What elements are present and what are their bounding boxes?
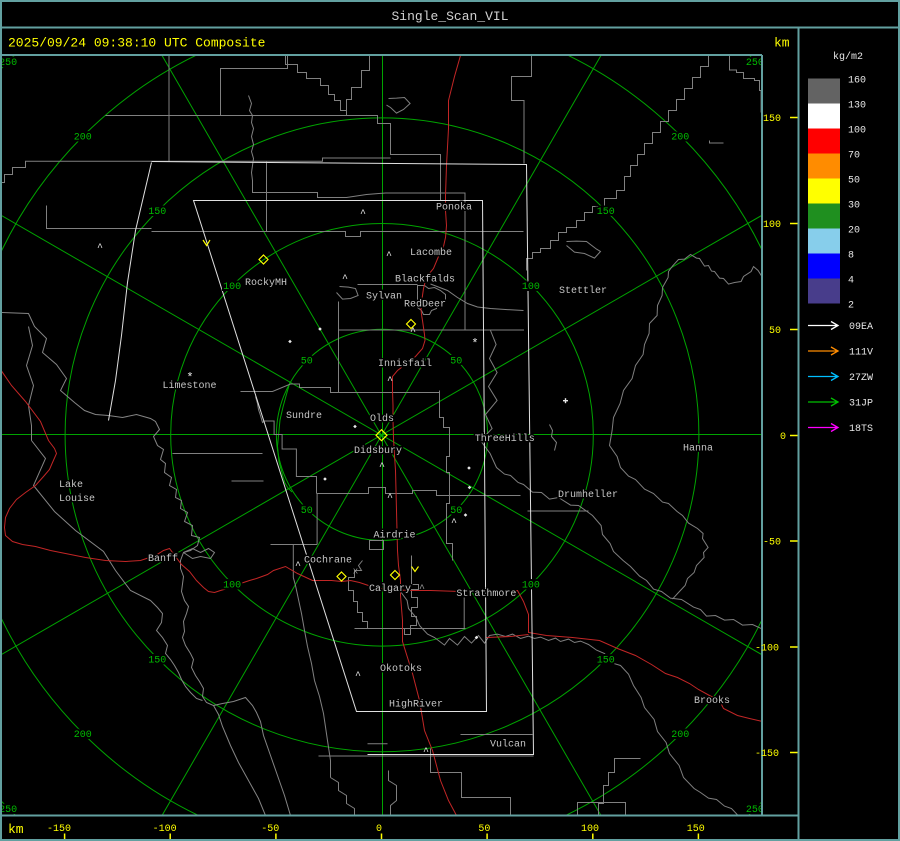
svg-text:200: 200 [74, 730, 92, 741]
svg-text:^: ^ [360, 209, 366, 220]
svg-text:RedDeer: RedDeer [404, 299, 446, 311]
svg-text:^: ^ [342, 274, 348, 285]
svg-text:ThreeHills: ThreeHills [475, 433, 535, 445]
svg-text:kg/m2: kg/m2 [833, 51, 863, 63]
svg-text:Cochrane: Cochrane [304, 555, 352, 567]
svg-text:100: 100 [581, 824, 599, 835]
svg-text:Ponoka: Ponoka [436, 202, 472, 214]
svg-text:31JP: 31JP [849, 399, 873, 410]
svg-text:^: ^ [97, 243, 103, 254]
svg-text:Hanna: Hanna [683, 444, 713, 455]
svg-text:km: km [8, 822, 24, 837]
svg-text:50: 50 [450, 506, 462, 517]
svg-text:Olds: Olds [370, 413, 394, 425]
svg-text:100: 100 [763, 220, 781, 231]
svg-text:Brooks: Brooks [694, 695, 730, 707]
svg-text:09EA: 09EA [849, 322, 873, 333]
svg-text:200: 200 [671, 133, 689, 144]
svg-text:8: 8 [848, 251, 854, 262]
svg-text:50: 50 [478, 824, 490, 835]
svg-text:20: 20 [848, 226, 860, 237]
svg-text:Lacombe: Lacombe [410, 247, 452, 259]
svg-text:Single_Scan_VIL: Single_Scan_VIL [391, 9, 508, 24]
svg-text:150: 150 [597, 207, 615, 218]
svg-text:x: x [353, 567, 358, 577]
svg-text:Stettler: Stettler [559, 285, 607, 297]
svg-text:4: 4 [848, 276, 854, 287]
svg-text:Sundre: Sundre [286, 410, 322, 422]
svg-text:-100: -100 [153, 824, 177, 835]
svg-text:50: 50 [450, 357, 462, 368]
svg-text:2025/09/24 09:38:10 UTC Compos: 2025/09/24 09:38:10 UTC Composite [8, 36, 265, 51]
svg-text:100: 100 [223, 282, 241, 293]
svg-text:2: 2 [848, 301, 854, 312]
svg-text:0: 0 [376, 824, 382, 835]
svg-text:Innisfail: Innisfail [378, 358, 432, 370]
svg-text:200: 200 [74, 133, 92, 144]
svg-text:100: 100 [522, 581, 540, 592]
svg-text:^: ^ [386, 251, 392, 262]
svg-text:^: ^ [379, 462, 385, 473]
svg-text:27ZW: 27ZW [849, 373, 873, 384]
svg-text:150: 150 [763, 114, 781, 125]
svg-text:^: ^ [387, 493, 393, 504]
svg-text:150: 150 [597, 656, 615, 667]
svg-text:130: 130 [848, 101, 866, 112]
svg-text:100: 100 [223, 581, 241, 592]
svg-text:200: 200 [671, 730, 689, 741]
svg-text:Didsbury: Didsbury [354, 445, 402, 457]
svg-text:Drumheller: Drumheller [558, 489, 618, 501]
svg-text:0: 0 [780, 432, 786, 443]
svg-text:-150: -150 [755, 749, 779, 760]
svg-text:Vulcan: Vulcan [490, 739, 526, 751]
svg-text:^: ^ [419, 584, 425, 595]
svg-text:250: 250 [0, 805, 17, 816]
svg-text:Blackfalds: Blackfalds [395, 274, 455, 286]
svg-text:Calgary: Calgary [369, 583, 411, 595]
svg-text:-100: -100 [755, 644, 779, 655]
svg-text:Okotoks: Okotoks [380, 663, 422, 675]
svg-text:Lake: Lake [59, 479, 83, 491]
svg-text:-50: -50 [763, 538, 781, 549]
svg-text:km: km [774, 36, 790, 51]
svg-text:^: ^ [423, 747, 429, 758]
svg-text:-150: -150 [47, 824, 71, 835]
svg-text:^: ^ [295, 561, 301, 572]
svg-text:50: 50 [848, 176, 860, 187]
svg-text:150: 150 [148, 656, 166, 667]
svg-text:30: 30 [848, 201, 860, 212]
svg-text:70: 70 [848, 151, 860, 162]
svg-text:HighRiver: HighRiver [389, 699, 443, 711]
svg-text:250: 250 [0, 58, 17, 69]
svg-text:*: * [471, 337, 478, 351]
svg-text:*: * [186, 371, 193, 385]
svg-text:RockyMH: RockyMH [245, 277, 287, 289]
svg-text:50: 50 [301, 506, 313, 517]
svg-text:^: ^ [451, 518, 457, 529]
svg-text:-50: -50 [261, 824, 279, 835]
svg-text:100: 100 [522, 282, 540, 293]
svg-text:Airdrie: Airdrie [374, 530, 416, 542]
svg-text:Strathmore: Strathmore [456, 588, 516, 600]
svg-text:160: 160 [848, 76, 866, 87]
svg-text:111V: 111V [849, 348, 873, 359]
svg-text:150: 150 [687, 824, 705, 835]
svg-text:Louise: Louise [59, 493, 95, 505]
svg-text:18TS: 18TS [849, 424, 873, 435]
svg-text:100: 100 [848, 126, 866, 137]
svg-text:150: 150 [148, 207, 166, 218]
svg-text:Banff: Banff [148, 553, 178, 565]
svg-text:^: ^ [387, 376, 393, 387]
svg-text:^: ^ [355, 671, 361, 682]
svg-text:Sylvan: Sylvan [366, 291, 402, 303]
svg-text:50: 50 [301, 357, 313, 368]
svg-text:50: 50 [769, 326, 781, 337]
